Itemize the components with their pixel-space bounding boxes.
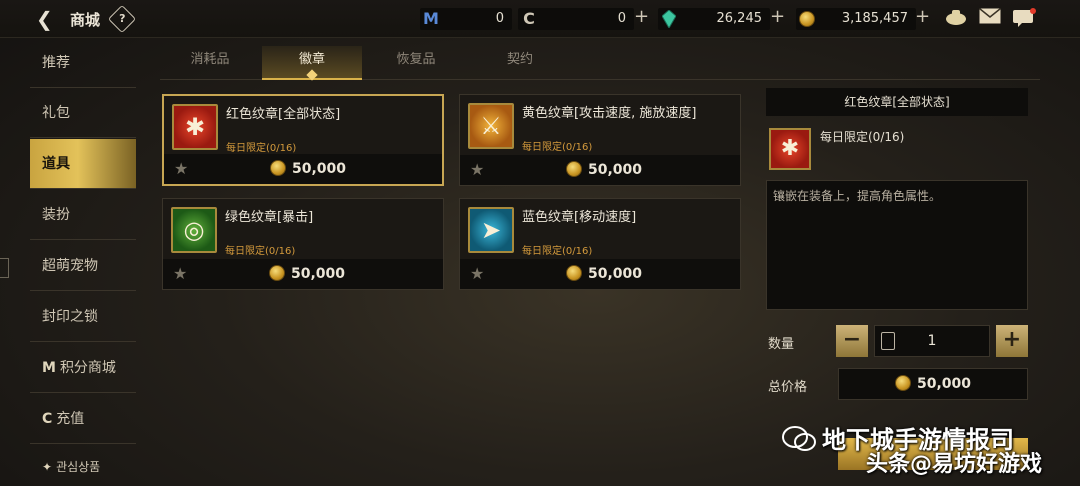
page-title: 商城 xyxy=(70,11,101,29)
sidebar-item-avatar[interactable]: 装扮 xyxy=(30,190,136,240)
item-price-bar: ★ 50,000 xyxy=(460,155,740,185)
add-gem-button[interactable]: + xyxy=(770,6,785,28)
item-name: 绿色纹章[暴击] xyxy=(225,210,314,225)
active-tab-indicator xyxy=(306,69,318,81)
item-price-bar: ★ 50,000 xyxy=(164,154,442,184)
tab-recovery[interactable]: 恢复品 xyxy=(366,46,466,80)
gold-coin-icon xyxy=(270,160,286,176)
gem-icon xyxy=(658,8,680,30)
tab-consumables[interactable]: 消耗品 xyxy=(160,46,260,80)
currency-gold: 3,185,457 xyxy=(796,8,916,30)
item-price-bar: ★ 50,000 xyxy=(163,259,443,289)
tab-emblems[interactable]: 徽章 xyxy=(262,46,362,81)
currency-c: C 0 xyxy=(518,8,634,30)
wechat-icon xyxy=(782,426,816,452)
sidebar: 推荐 礼包 道具 装扮 超萌宠物 封印之锁 M 积分商城 C 充值 ✦ 관심상품 xyxy=(30,38,136,486)
sidebar-item-wishlist[interactable]: ✦ 관심상품 xyxy=(30,442,136,486)
favorite-star-icon[interactable]: ★ xyxy=(174,159,188,178)
item-name: 红色纹章[全部状态] xyxy=(226,107,341,122)
item-card[interactable]: ➤ 蓝色纹章[移动速度] 每日限定(0/16) ★ 50,000 xyxy=(459,198,741,290)
yellow-emblem-icon: ⚔ xyxy=(468,103,514,149)
sidebar-item-recommend[interactable]: 推荐 xyxy=(30,38,136,88)
chat-icon[interactable] xyxy=(1012,8,1036,30)
total-price-label: 总价格 xyxy=(768,380,808,395)
bag-icon[interactable] xyxy=(944,8,968,30)
red-emblem-icon: ✱ xyxy=(172,104,218,150)
item-card[interactable]: ⚔ 黄色纹章[攻击速度, 施放速度] 每日限定(0/16) ★ 50,000 xyxy=(459,94,741,186)
add-cash-button[interactable]: + xyxy=(634,6,649,28)
top-bar: ❮ 商城 ? M 0 C 0 + 26,245 + 3,185,457 + xyxy=(0,0,1080,38)
sidebar-item-point-shop[interactable]: M 积分商城 xyxy=(30,343,136,393)
gold-coin-icon xyxy=(894,375,911,391)
item-card[interactable]: ◎ 绿色纹章[暴击] 每日限定(0/16) ★ 50,000 xyxy=(162,198,444,290)
sidebar-item-recharge[interactable]: C 充值 xyxy=(30,394,136,444)
item-daily-limit: 每日限定(0/16) xyxy=(522,246,593,257)
currency-m-value: 0 xyxy=(495,11,504,26)
back-arrow-icon[interactable]: ❮ xyxy=(36,8,60,30)
gold-coin-icon xyxy=(796,8,818,30)
collapse-handle[interactable] xyxy=(0,258,9,278)
item-daily-limit: 每日限定(0/16) xyxy=(522,142,593,153)
sidebar-item-items[interactable]: 道具 xyxy=(30,139,136,189)
item-price: 50,000 xyxy=(566,161,642,178)
red-emblem-icon: ✱ xyxy=(769,128,811,170)
item-price-bar: ★ 50,000 xyxy=(460,259,740,289)
sidebar-item-seal-lock[interactable]: 封印之锁 xyxy=(30,292,136,342)
quantity-value: 1 xyxy=(927,333,937,349)
star-badge-icon: ✦ xyxy=(42,460,53,474)
currency-m: M 0 xyxy=(420,8,512,30)
quantity-label: 数量 xyxy=(768,337,795,352)
total-price: 50,000 xyxy=(838,368,1028,400)
mail-icon[interactable] xyxy=(978,7,1002,30)
item-price: 50,000 xyxy=(566,265,642,282)
item-price: 50,000 xyxy=(270,160,346,177)
item-daily-limit: 每日限定(0/16) xyxy=(226,143,297,154)
blue-emblem-icon: ➤ xyxy=(468,207,514,253)
c-cash-icon: C xyxy=(42,411,53,427)
item-name: 黄色纹章[攻击速度, 施放速度] xyxy=(522,106,697,121)
detail-daily-limit: 每日限定(0/16) xyxy=(820,130,905,144)
add-gold-button[interactable]: + xyxy=(915,6,930,28)
favorite-star-icon[interactable]: ★ xyxy=(470,264,484,283)
currency-c-value: 0 xyxy=(617,11,626,26)
detail-title: 红色纹章[全部状态] xyxy=(766,88,1028,116)
item-name: 蓝色纹章[移动速度] xyxy=(522,210,637,225)
c-cash-icon: C xyxy=(523,9,535,28)
gold-coin-icon xyxy=(269,265,285,281)
item-card[interactable]: ✱ 红色纹章[全部状态] 每日限定(0/16) ★ 50,000 xyxy=(162,94,444,186)
favorite-star-icon[interactable]: ★ xyxy=(173,264,187,283)
gold-coin-icon xyxy=(566,161,582,177)
sidebar-item-pets[interactable]: 超萌宠物 xyxy=(30,241,136,291)
item-daily-limit: 每日限定(0/16) xyxy=(225,246,296,257)
category-tabs: 消耗品 徽章 恢复品 契约 xyxy=(160,46,1040,81)
quantity-input[interactable]: 1 xyxy=(874,325,990,357)
favorite-star-icon[interactable]: ★ xyxy=(470,160,484,179)
currency-gem: 26,245 xyxy=(658,8,770,30)
m-point-icon: M xyxy=(42,360,56,376)
sidebar-item-gift-pack[interactable]: 礼包 xyxy=(30,88,136,138)
gold-coin-icon xyxy=(566,265,582,281)
watermark-line2: 头条@易坊好游戏 xyxy=(866,452,1043,477)
m-point-icon: M xyxy=(423,9,439,28)
decrease-quantity-button[interactable]: − xyxy=(836,325,868,357)
green-emblem-icon: ◎ xyxy=(171,207,217,253)
help-icon[interactable]: ? xyxy=(107,4,137,34)
currency-gem-value: 26,245 xyxy=(716,11,763,26)
increase-quantity-button[interactable]: + xyxy=(996,325,1028,357)
tab-contract[interactable]: 契约 xyxy=(470,46,570,80)
item-price: 50,000 xyxy=(269,265,345,282)
currency-gold-value: 3,185,457 xyxy=(841,11,908,26)
detail-description: 镶嵌在装备上，提高角色属性。 xyxy=(766,180,1028,310)
